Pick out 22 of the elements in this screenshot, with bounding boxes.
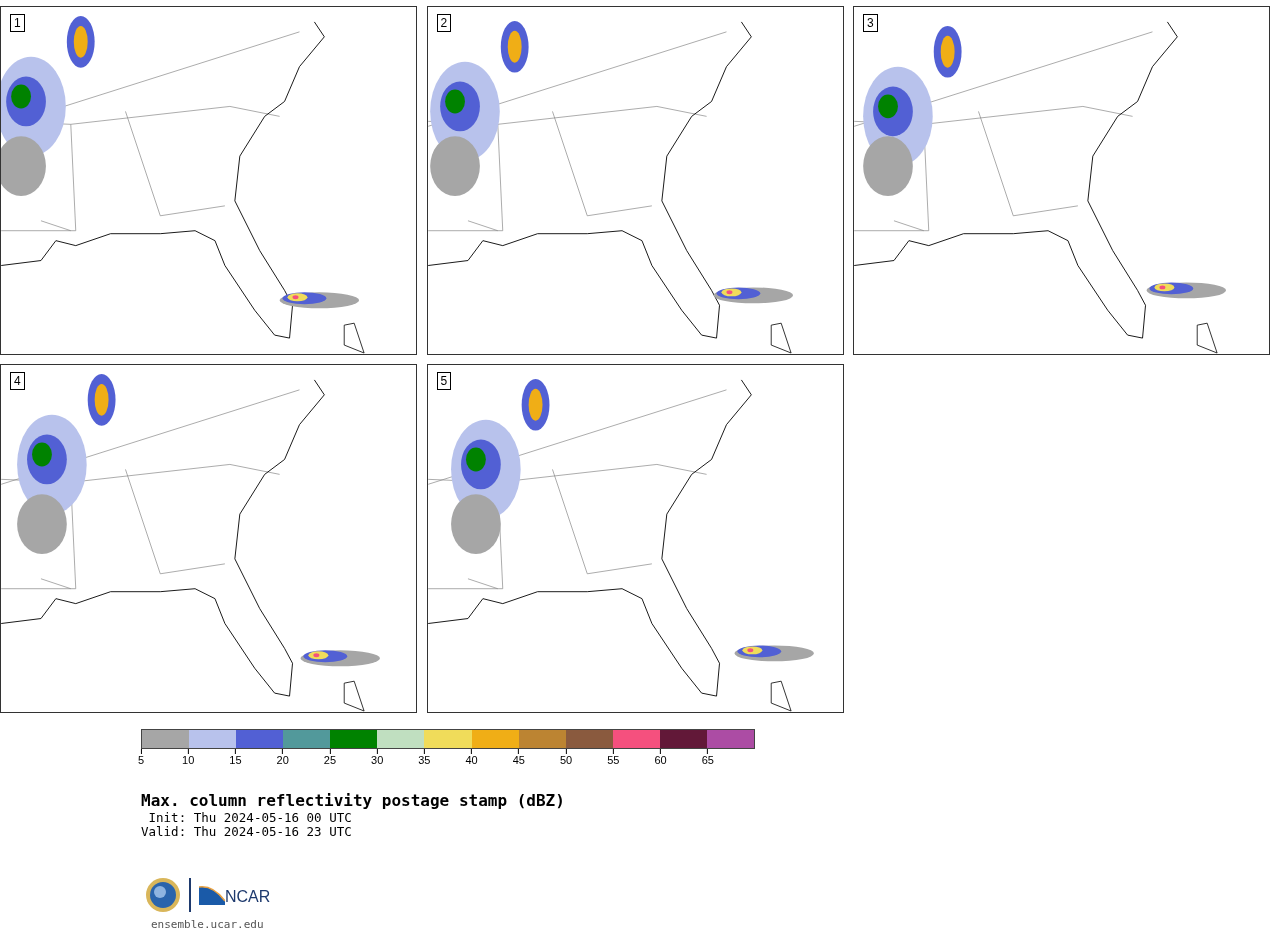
tick-label: 10: [182, 754, 195, 767]
tick-label: 40: [465, 754, 478, 767]
panel-number: 1: [10, 14, 25, 32]
valid-time: Valid: Thu 2024-05-16 23 UTC: [141, 825, 353, 839]
tick-label: 65: [701, 754, 714, 767]
chart-title: Max. column reflectivity postage stamp (dBZ): [141, 791, 566, 811]
tick-label: 55: [607, 754, 620, 767]
tick-label: 60: [654, 754, 667, 767]
tick-label: 45: [512, 754, 525, 767]
tick-label: 5: [137, 754, 145, 767]
site-url: ensemble.ucar.edu: [150, 917, 265, 933]
tick-label: 50: [559, 754, 573, 767]
seal-icon: [145, 877, 181, 913]
tick-label: 35: [418, 754, 431, 767]
panel-number: 3: [863, 14, 878, 32]
tick-label: 30: [371, 754, 384, 767]
tick-label: 25: [323, 754, 337, 767]
tick-label: 20: [276, 754, 289, 767]
tick-label: 15: [229, 754, 242, 767]
ncar-logo: NCAR: [199, 885, 271, 905]
init-time: Init: Thu 2024-05-16 00 UTC: [147, 811, 353, 825]
panel-number: 4: [10, 372, 25, 390]
